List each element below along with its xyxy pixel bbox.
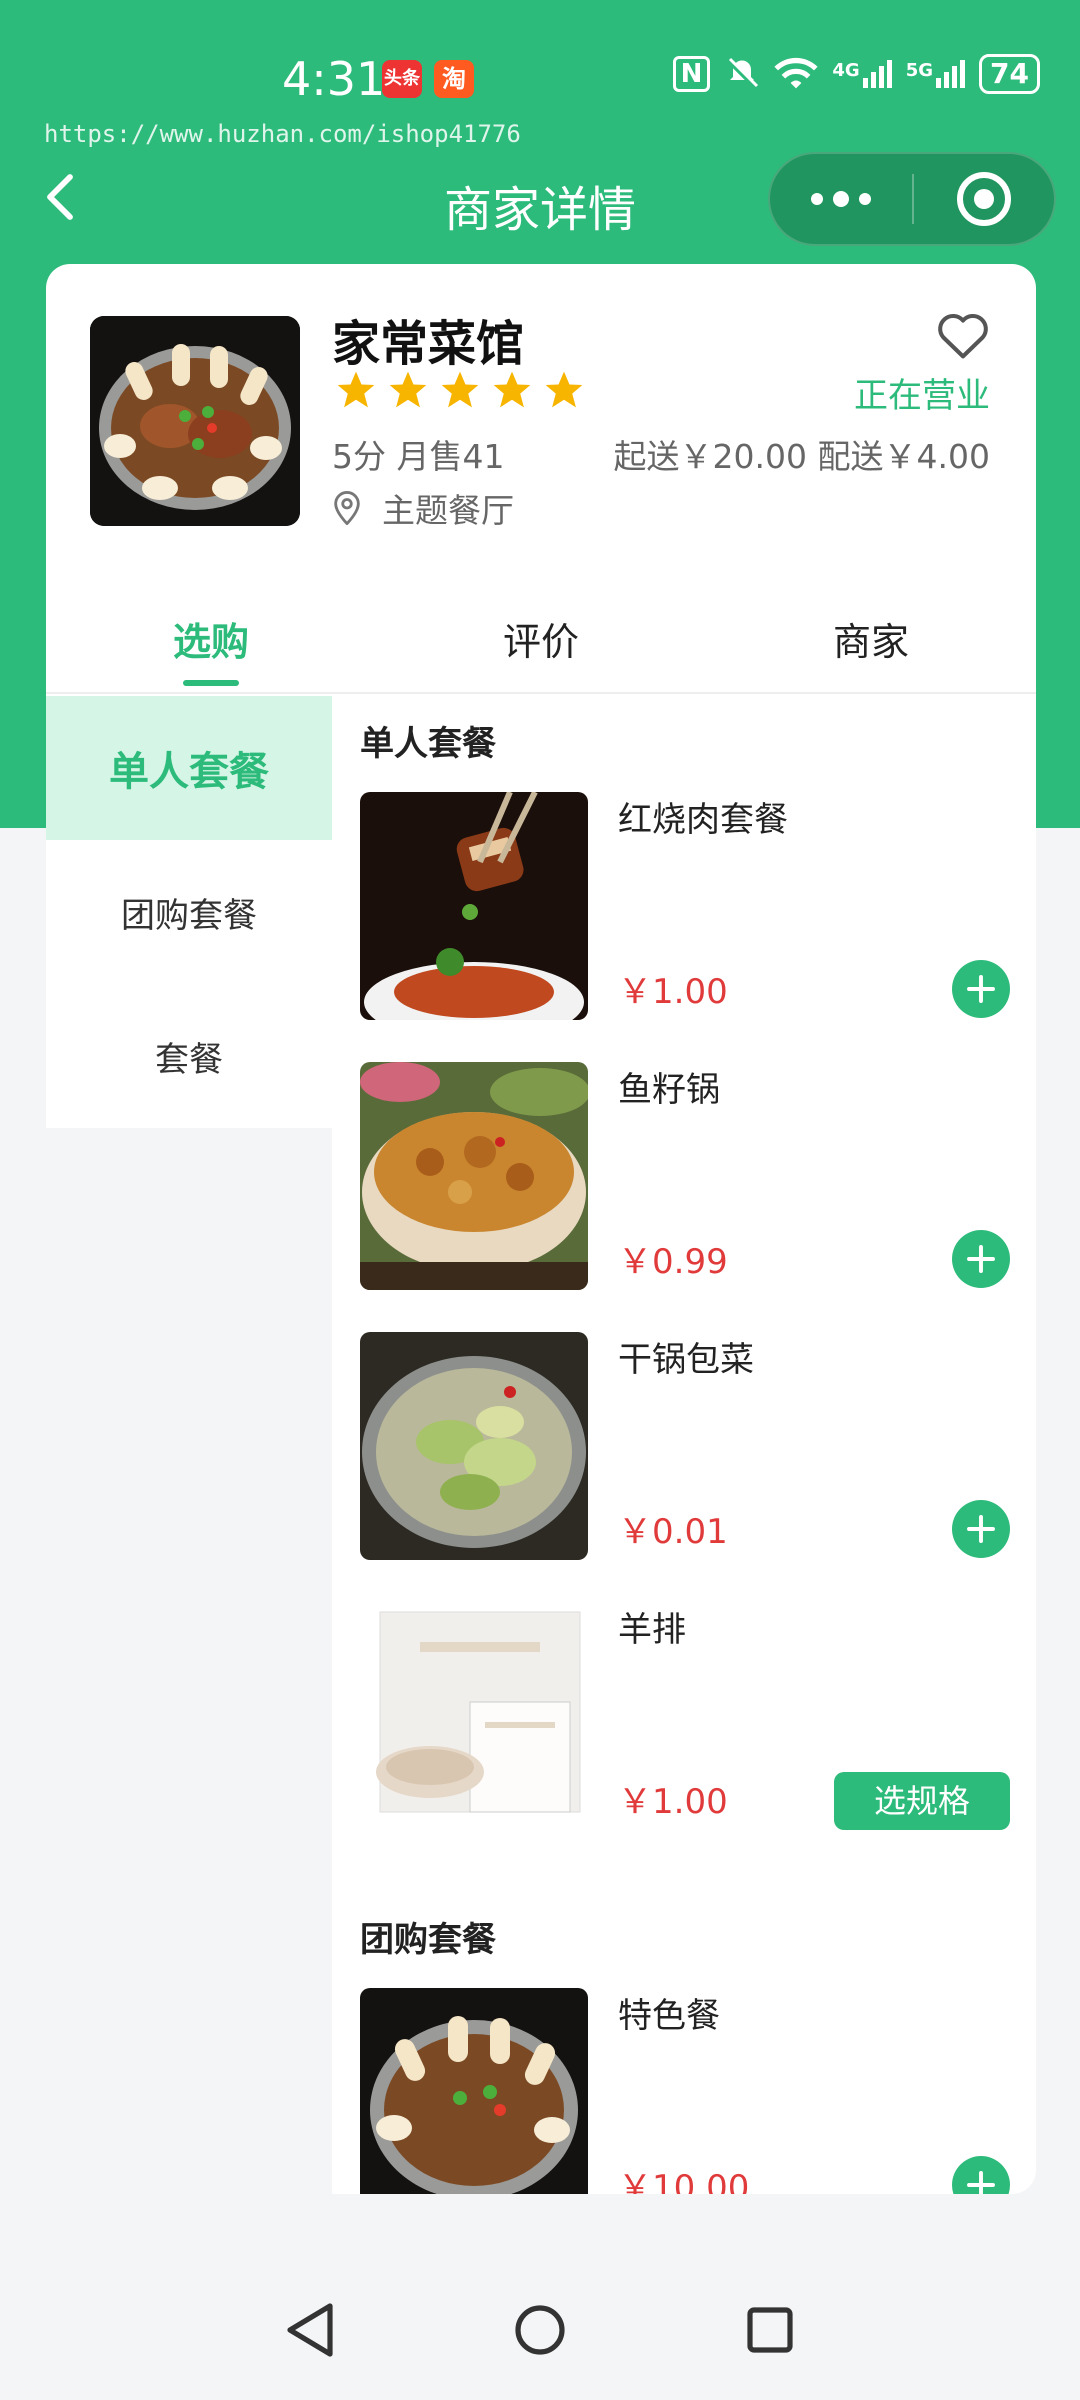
- wifi-icon: [774, 57, 819, 89]
- toutiao-notification-icon: 头条: [382, 60, 422, 98]
- tab-merchant[interactable]: 商家: [706, 594, 1036, 692]
- plus-icon: [967, 975, 995, 1003]
- product-price: ￥0.01: [618, 1512, 728, 1552]
- delivery-fees: 起送￥20.00 配送￥4.00: [613, 437, 990, 476]
- plus-icon: [967, 2171, 995, 2194]
- add-to-cart-button[interactable]: [952, 1500, 1010, 1558]
- star-icon: [493, 371, 531, 408]
- product-item[interactable]: 干锅包菜 ￥0.01: [332, 1332, 1036, 1602]
- category-group-buy[interactable]: 团购套餐: [46, 840, 332, 984]
- section-title: 单人套餐: [360, 724, 496, 764]
- product-image: [360, 792, 588, 1020]
- product-image: [360, 1062, 588, 1290]
- plus-icon: [967, 1515, 995, 1543]
- add-to-cart-button[interactable]: [952, 2156, 1010, 2194]
- shop-address[interactable]: 主题餐厅: [332, 484, 514, 532]
- shop-tabs: 选购 评价 商家: [46, 594, 1036, 694]
- star-icon: [545, 371, 583, 408]
- product-image: [360, 1988, 588, 2194]
- star-icon: [441, 371, 479, 408]
- dot-icon: [811, 193, 823, 205]
- watermark-url: https://www.huzhan.com/ishop41776: [44, 120, 521, 148]
- recents-square-icon[interactable]: [742, 2300, 798, 2360]
- add-to-cart-button[interactable]: [952, 1230, 1010, 1288]
- tab-reviews[interactable]: 评价: [376, 594, 706, 692]
- close-mini-program-button[interactable]: [914, 172, 1054, 226]
- product-list: 单人套餐 红烧肉套餐 ￥1.00 鱼籽锅 ￥0.99 干锅包菜 ￥0.01 羊排…: [332, 696, 1036, 2194]
- open-status: 正在营业: [854, 376, 990, 416]
- star-icon: [389, 371, 427, 408]
- shop-logo: [90, 316, 300, 526]
- nfc-icon: N: [672, 56, 711, 92]
- signal-4g-icon: 4G: [832, 60, 892, 88]
- dot-icon: [859, 193, 871, 205]
- status-icons: N 4G 5G 74: [672, 54, 1040, 94]
- target-circle-icon: [957, 172, 1011, 226]
- location-pin-icon: [334, 491, 360, 525]
- sidebar-empty-area: [46, 1128, 332, 2194]
- product-name: 特色餐: [618, 1996, 720, 2036]
- category-set-meal[interactable]: 套餐: [46, 984, 332, 1128]
- product-image: [360, 1332, 588, 1560]
- mute-bell-icon: [727, 57, 759, 90]
- category-sidebar: 单人套餐 团购套餐 套餐: [46, 696, 332, 1128]
- battery-icon: 74: [979, 54, 1040, 94]
- product-name: 红烧肉套餐: [618, 800, 788, 840]
- product-price: ￥0.99: [618, 1242, 728, 1282]
- network-5g-label: 5G: [905, 60, 934, 81]
- product-item[interactable]: 鱼籽锅 ￥0.99: [332, 1062, 1036, 1332]
- star-icon: [337, 371, 375, 408]
- network-4g-label: 4G: [832, 60, 860, 81]
- product-price: ￥1.00: [618, 1782, 728, 1822]
- product-price: ￥10.00: [618, 2168, 750, 2194]
- mini-program-capsule: [768, 152, 1056, 246]
- shop-card: 家常菜馆 正在营业 5分 月售41 起送￥20.00 配送￥4.00 主题餐厅 …: [46, 264, 1036, 2194]
- back-triangle-icon[interactable]: [282, 2300, 338, 2360]
- product-name: 羊排: [618, 1610, 686, 1650]
- product-image: [360, 1602, 588, 1830]
- more-menu-button[interactable]: [770, 154, 912, 244]
- taobao-notification-icon: 淘: [434, 60, 474, 98]
- product-item[interactable]: 红烧肉套餐 ￥1.00: [332, 792, 1036, 1062]
- product-price: ￥1.00: [618, 972, 728, 1012]
- section-title: 团购套餐: [360, 1920, 496, 1960]
- category-single-set[interactable]: 单人套餐: [46, 696, 332, 840]
- add-to-cart-button[interactable]: [952, 960, 1010, 1018]
- product-item[interactable]: 特色餐 ￥10.00: [332, 1988, 1036, 2194]
- product-name: 鱼籽锅: [618, 1070, 720, 1110]
- product-name: 干锅包菜: [618, 1340, 754, 1380]
- signal-5g-icon: 5G: [905, 60, 966, 88]
- favorite-heart-icon[interactable]: [936, 310, 990, 360]
- choose-spec-button[interactable]: 选规格: [834, 1772, 1010, 1830]
- address-text: 主题餐厅: [382, 491, 514, 530]
- system-navigation-bar: [0, 2290, 1080, 2400]
- home-circle-icon[interactable]: [512, 2300, 568, 2360]
- score-and-sales: 5分 月售41: [332, 437, 505, 476]
- product-item[interactable]: 羊排 ￥1.00 选规格: [332, 1602, 1036, 1872]
- plus-icon: [967, 1245, 995, 1273]
- tab-order[interactable]: 选购: [46, 594, 376, 692]
- status-time: 4:31: [282, 52, 386, 106]
- dot-icon: [833, 191, 849, 207]
- shop-name: 家常菜馆: [332, 316, 525, 372]
- status-bar: 4:31 头条 淘 N 4G 5G 74 https://www.huzhan.…: [0, 0, 1080, 148]
- rating-stars: [334, 368, 586, 412]
